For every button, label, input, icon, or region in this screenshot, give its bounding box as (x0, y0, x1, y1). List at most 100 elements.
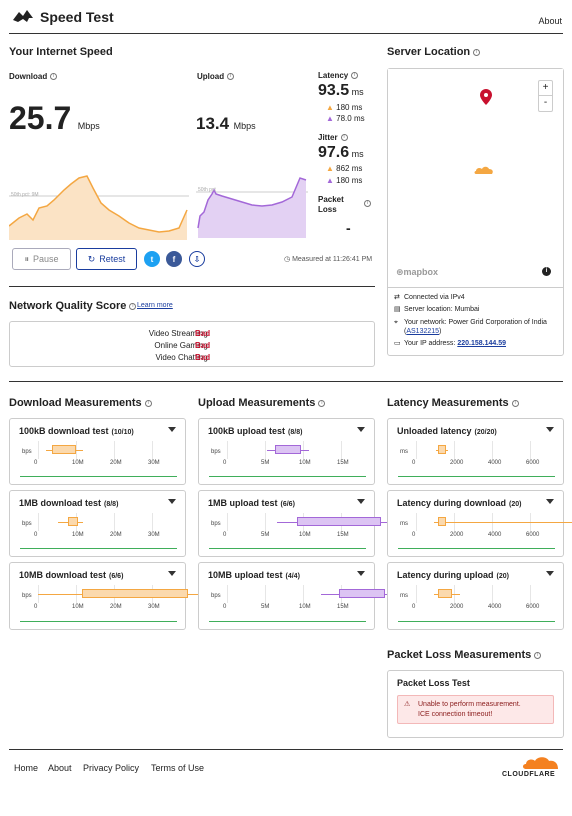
axis-gridline (227, 585, 228, 603)
boxplot-box (52, 445, 76, 454)
latency-test-card[interactable]: Unloaded latency (20/20) ms 0 2000 4000 6000 (387, 418, 564, 485)
info-icon[interactable]: i (511, 399, 519, 407)
axis-gridline (341, 441, 342, 459)
facebook-share-icon[interactable]: f (166, 251, 182, 267)
info-icon[interactable]: i (473, 48, 481, 56)
map-pin-icon[interactable] (480, 89, 492, 107)
axis-gridline (152, 513, 153, 531)
chevron-down-icon[interactable] (546, 427, 554, 432)
axis-tick-label: 4000 (488, 604, 502, 610)
download-test-card[interactable]: 10MB download test (6/6) bps 0 10M 20M 30M (9, 562, 214, 630)
chevron-down-icon[interactable] (168, 427, 176, 432)
chevron-down-icon[interactable] (546, 499, 554, 504)
chevron-down-icon[interactable] (357, 571, 365, 576)
retest-button[interactable]: ↻ Retest (76, 248, 137, 270)
axis-tick-label: 6000 (526, 532, 540, 538)
test-title: Latency during upload (20) (397, 570, 509, 580)
cloudflare-brand[interactable]: CLOUDFLARE (502, 756, 564, 780)
axis-gridline (530, 441, 531, 459)
latency-value-group: 93.5 ms (318, 82, 364, 100)
test-name: Unloaded latency (397, 426, 472, 436)
ip-address[interactable]: 220.158.144.59 (457, 340, 506, 347)
boxplot-box (438, 445, 446, 454)
footer-terms-link[interactable]: Terms of Use (151, 763, 204, 773)
axis-gridline (227, 441, 228, 459)
chevron-down-icon[interactable] (168, 571, 176, 576)
mapbox-logo[interactable]: ⊛mapbox (396, 267, 438, 278)
status-bar (20, 548, 177, 549)
download-results-icon[interactable]: ⇩ (189, 251, 205, 267)
location-icon: ⌖ (394, 319, 398, 326)
test-name: Latency during upload (397, 570, 494, 580)
axis-tick-label: 0 (223, 604, 227, 610)
server-icon: ▤ (394, 306, 401, 313)
learn-more-link[interactable]: Learn more (137, 302, 173, 309)
about-link[interactable]: About (538, 16, 562, 26)
upload-chart: 50th pct (196, 172, 308, 238)
info-icon[interactable]: i (50, 73, 58, 81)
footer-about-link[interactable]: About (48, 763, 72, 773)
axis-tick-label: 0 (223, 532, 227, 538)
test-title: 10MB upload test (4/4) (208, 570, 300, 580)
chevron-down-icon[interactable] (357, 499, 365, 504)
upload-gridline-label: 50th pct (198, 187, 216, 193)
packet-loss-error: ⚠ Unable to perform measurement. ICE con… (397, 695, 554, 724)
pause-button[interactable]: ⏸ Pause (12, 248, 71, 270)
footer-privacy-link[interactable]: Privacy Policy (83, 763, 139, 773)
upload-test-card[interactable]: 1MB upload test (6/6) bps 0 5M 10M 15M (198, 490, 395, 557)
header-divider (9, 33, 563, 34)
latency-test-card[interactable]: Latency during upload (20) ms 0 2000 4000 6000 (387, 562, 564, 630)
info-icon[interactable]: i (534, 651, 542, 659)
map[interactable]: + - ⊛mapbox i (388, 69, 563, 287)
axis-tick-label: 10M (299, 604, 311, 610)
download-test-card[interactable]: 100kB download test (10/10) bps 0 10M 20M 30M (9, 418, 186, 485)
info-icon[interactable]: i (351, 72, 359, 80)
test-name: 1MB download test (19, 498, 102, 508)
axis-tick-label: 10M (72, 460, 84, 466)
test-count: (8/8) (104, 501, 119, 508)
boxplot-box (275, 445, 301, 454)
cloudflare-wordmark: CLOUDFLARE (502, 771, 556, 778)
status-bar (398, 621, 555, 622)
download-test-card[interactable]: 1MB download test (8/8) bps 0 10M 20M 30M (9, 490, 186, 557)
axis-gridline (416, 513, 417, 531)
upload-test-card[interactable]: 100kB upload test (8/8) bps 0 5M 10M 15M (198, 418, 375, 485)
chevron-down-icon[interactable] (168, 499, 176, 504)
map-info-icon[interactable]: i (542, 267, 551, 276)
upload-test-card[interactable]: 10MB upload test (4/4) bps 0 5M 10M 15M (198, 562, 399, 630)
chevron-down-icon[interactable] (357, 427, 365, 432)
upload-measurements-title: Upload Measurements i (198, 397, 326, 409)
latency-test-card[interactable]: Latency during download (20) ms 0 2000 4000 60… (387, 490, 572, 557)
axis-tick-label: 30M (148, 604, 160, 610)
download-gridline-label: 50th pct: 9M (11, 192, 39, 198)
zoom-in-button[interactable]: + (539, 81, 552, 96)
download-measurements-title: Download Measurements i (9, 397, 152, 409)
info-icon[interactable]: i (340, 134, 348, 142)
cloudflare-logo-icon[interactable] (11, 8, 35, 24)
server-details: ⇄ Connected via IPv4 ▤ Server location: Mu… (394, 292, 560, 350)
boxplot-box (82, 589, 188, 598)
axis-tick-label: 10M (299, 460, 311, 466)
test-count: (6/6) (109, 573, 124, 580)
info-icon[interactable]: i (364, 198, 371, 208)
zoom-out-button[interactable]: - (539, 96, 552, 111)
info-icon[interactable]: i (144, 399, 152, 407)
axis-tick-label: 30M (148, 460, 160, 466)
download-chart: 50th pct: 9M (8, 148, 189, 240)
info-icon[interactable]: i (129, 302, 137, 310)
twitter-share-icon[interactable]: t (144, 251, 160, 267)
axis-gridline (38, 441, 39, 459)
axis-gridline (265, 441, 266, 459)
upload-value: 13.4 (196, 114, 230, 133)
axis-gridline (152, 441, 153, 459)
info-icon[interactable]: i (227, 73, 235, 81)
test-title: 100kB download test (10/10) (19, 426, 134, 436)
axis-unit: bps (22, 593, 32, 599)
chevron-down-icon[interactable] (546, 571, 554, 576)
footer-home-link[interactable]: Home (14, 763, 38, 773)
error-line: ICE connection timeout! (418, 711, 493, 718)
info-icon[interactable]: i (318, 399, 326, 407)
pause-icon: ⏸ (24, 253, 29, 264)
asn-link[interactable]: AS132215 (406, 328, 439, 335)
upload-value-group: 13.4 Mbps (196, 114, 256, 134)
